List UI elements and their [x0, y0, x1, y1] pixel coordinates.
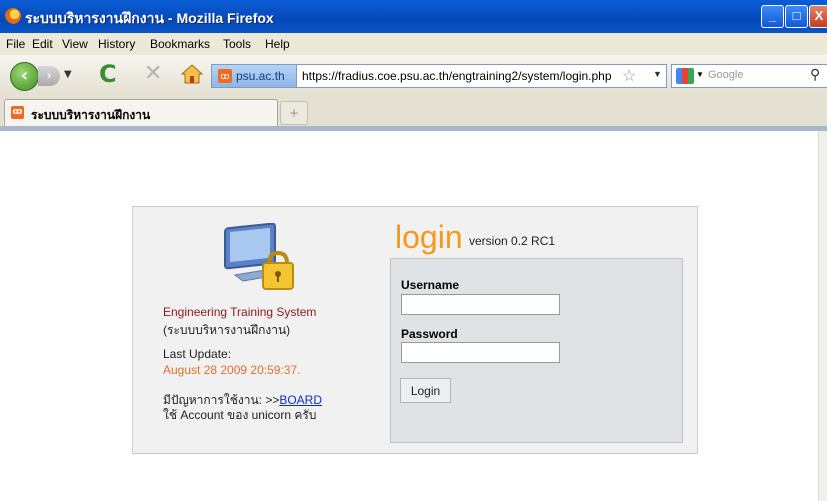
search-bar[interactable]: ▼ Google ⚲ [671, 64, 827, 88]
menu-history[interactable]: History [98, 37, 135, 51]
system-name: Engineering Training System [163, 305, 317, 319]
menu-help[interactable]: Help [265, 37, 290, 51]
menu-edit[interactable]: Edit [32, 37, 53, 51]
help-prefix: มีปัญหาการใช้งาน: >> [163, 393, 280, 407]
help-note: ใช้ Account ของ unicorn ครับ [163, 408, 317, 422]
secure-computer-icon [224, 223, 294, 290]
login-form: Username Password Login [390, 258, 683, 443]
site-domain: psu.ac.th [236, 69, 285, 83]
last-update-label: Last Update: [163, 347, 232, 361]
window-title: ระบบบริหารงานฝึกงาน - Mozilla Firefox [25, 10, 274, 26]
bookmark-star-icon[interactable]: ☆ [622, 66, 636, 86]
tab-bar: ꝏ ระบบบริหารงานฝึกงาน + [0, 95, 827, 126]
url-text[interactable]: https://fradius.coe.psu.ac.th/engtrainin… [302, 69, 612, 83]
google-engine-icon[interactable] [676, 68, 694, 84]
login-heading: login [395, 219, 463, 255]
url-dropdown-icon[interactable]: ▼ [653, 69, 662, 79]
version-label: version 0.2 RC1 [469, 234, 556, 248]
site-identity-badge[interactable]: ꝏ psu.ac.th [212, 65, 297, 87]
username-field[interactable] [401, 294, 560, 315]
site-favicon-icon: ꝏ [218, 69, 232, 83]
home-icon[interactable] [181, 64, 203, 84]
history-dropdown-icon[interactable]: ▼ [64, 69, 72, 80]
minimize-button[interactable]: _ [761, 5, 784, 28]
back-button[interactable]: ‹ [10, 62, 39, 91]
url-bar[interactable]: ꝏ psu.ac.th https://fradius.coe.psu.ac.t… [211, 64, 667, 88]
menu-bookmarks[interactable]: Bookmarks [150, 37, 210, 51]
last-update-value: August 28 2009 20:59:37. [163, 363, 301, 377]
stop-icon[interactable]: ✕ [144, 61, 162, 86]
close-button[interactable]: X [809, 5, 827, 28]
search-input[interactable]: Google [708, 69, 743, 81]
menu-tools[interactable]: Tools [223, 37, 251, 51]
page-scrollbar[interactable] [818, 131, 827, 501]
tab-login[interactable]: ꝏ ระบบบริหารงานฝึกงาน [4, 99, 278, 126]
board-link[interactable]: BOARD [279, 393, 322, 407]
menu-file[interactable]: File [6, 37, 25, 51]
username-label: Username [401, 278, 460, 292]
login-panel: Engineering Training System (ระบบบริหารง… [132, 206, 698, 454]
forward-button[interactable]: › [38, 66, 60, 86]
tab-favicon-icon: ꝏ [11, 106, 24, 119]
engine-dropdown-icon[interactable]: ▼ [696, 70, 704, 79]
navigation-toolbar: ‹ › ▼ C ✕ ꝏ psu.ac.th https://fradius.co… [0, 55, 827, 96]
login-button[interactable]: Login [400, 378, 451, 403]
menu-bar: File Edit View History Bookmarks Tools H… [0, 33, 827, 55]
system-name-thai: (ระบบบริหารงานฝึกงาน) [163, 323, 291, 337]
tab-label: ระบบบริหารงานฝึกงาน [31, 108, 151, 122]
menu-view[interactable]: View [62, 37, 88, 51]
search-icon[interactable]: ⚲ [810, 66, 820, 83]
new-tab-button[interactable]: + [280, 101, 308, 125]
password-field[interactable] [401, 342, 560, 363]
reload-icon[interactable]: C [99, 60, 117, 88]
tab-divider [0, 126, 827, 131]
password-label: Password [401, 327, 458, 341]
window-titlebar: ระบบบริหารงานฝึกงาน - Mozilla Firefox _ … [0, 0, 827, 33]
firefox-icon [5, 8, 21, 24]
maximize-button[interactable]: □ [785, 5, 808, 28]
